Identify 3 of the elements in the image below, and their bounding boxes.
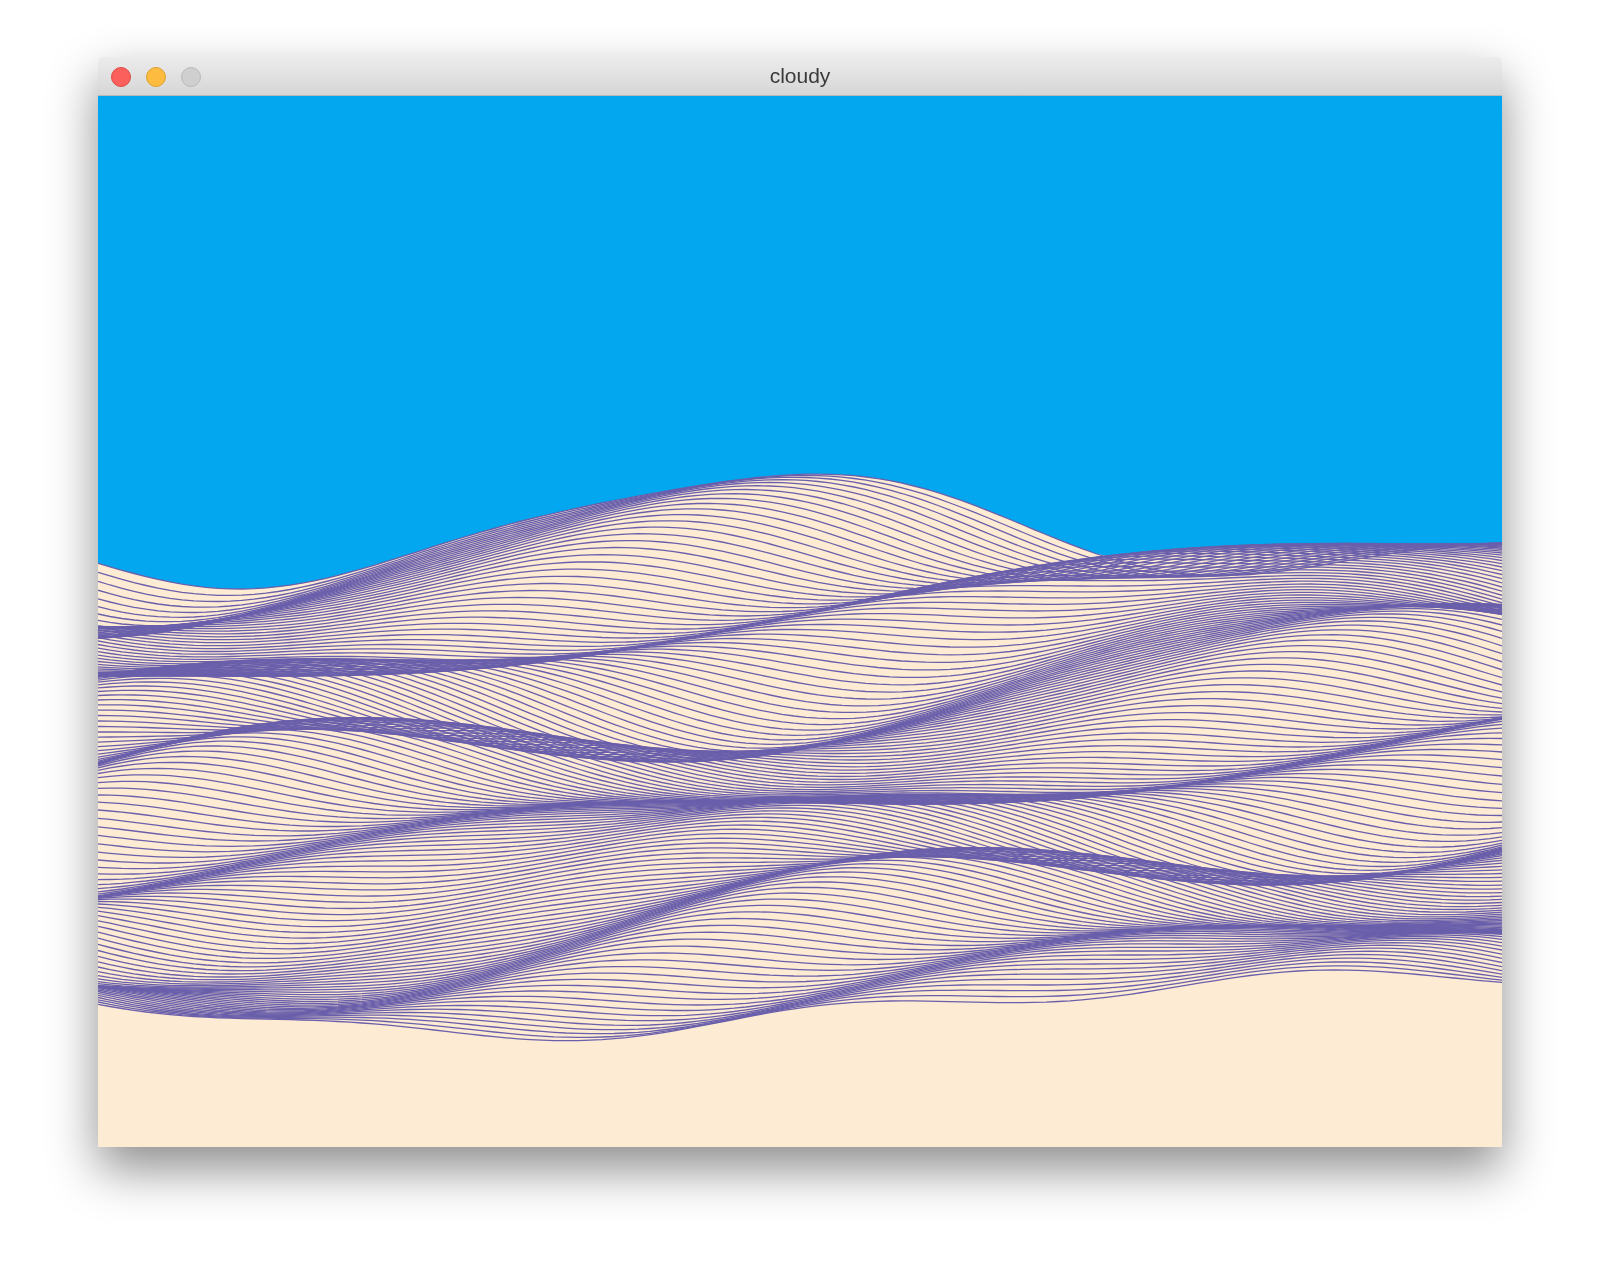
close-button[interactable] <box>111 67 131 87</box>
window-title: cloudy <box>769 64 831 88</box>
minimize-button[interactable] <box>146 67 166 87</box>
